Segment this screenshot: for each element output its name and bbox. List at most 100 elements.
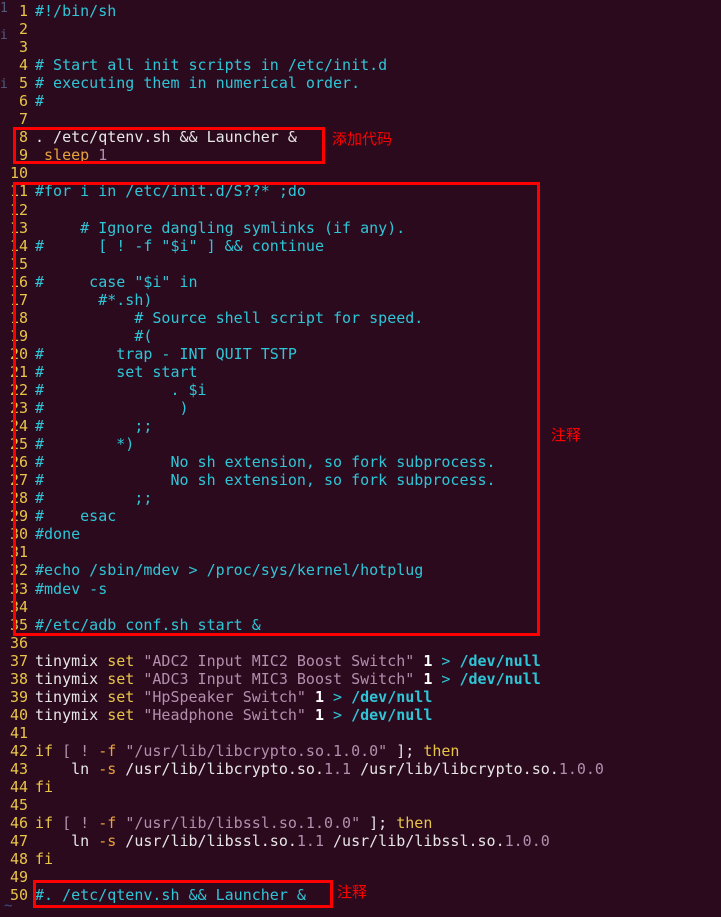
line-content[interactable]: # [ ! -f "$i" ] && continue [35, 237, 324, 255]
line-content[interactable]: fi [35, 778, 53, 796]
line-content[interactable]: # [35, 92, 44, 110]
line-content[interactable]: # executing them in numerical order. [35, 74, 360, 92]
code-line[interactable]: 42 if [ ! -f "/usr/lib/libcrypto.so.1.0.0… [0, 742, 721, 760]
line-content[interactable]: if [ ! -f "/usr/lib/libcrypto.so.1.0.0" … [35, 742, 459, 760]
code-line[interactable]: 14 # [ ! -f "$i" ] && continue [0, 237, 721, 255]
code-line[interactable]: 19 #( [0, 327, 721, 345]
code-line[interactable]: 37 tinymix set "ADC2 Input MIC2 Boost Swi… [0, 652, 721, 670]
code-line[interactable]: 6 # [0, 92, 721, 110]
line-content[interactable]: # ;; [35, 489, 152, 507]
line-content[interactable]: tinymix set "HpSpeaker Switch" 1 > /dev/… [35, 688, 432, 706]
code-line[interactable]: 7 [0, 110, 721, 128]
code-line[interactable]: 34 [0, 598, 721, 616]
code-line[interactable]: 31 [0, 543, 721, 561]
code-line[interactable]: 2 [0, 20, 721, 38]
line-content[interactable]: tinymix set "ADC2 Input MIC2 Boost Switc… [35, 652, 541, 670]
code-line[interactable]: 32 #echo /sbin/mdev > /proc/sys/kernel/ho… [0, 561, 721, 579]
code-line[interactable]: 43 ln -s /usr/lib/libcrypto.so.1.1 /usr/… [0, 760, 721, 778]
code-line[interactable]: 29 # esac [0, 507, 721, 525]
code-token: ln [35, 832, 99, 851]
line-content[interactable]: # No sh extension, so fork subprocess. [35, 471, 496, 489]
code-line[interactable]: 46 if [ ! -f "/usr/lib/libssl.so.1.0.0" ]… [0, 814, 721, 832]
code-line[interactable]: 9 sleep 1 [0, 146, 721, 164]
code-line[interactable]: 30 #done [0, 525, 721, 543]
code-line[interactable]: 45 [0, 796, 721, 814]
line-content[interactable]: tinymix set "ADC3 Input MIC3 Boost Switc… [35, 670, 541, 688]
line-content[interactable]: # No sh extension, so fork subprocess. [35, 453, 496, 471]
code-line[interactable]: 17 #*.sh) [0, 291, 721, 309]
line-content[interactable]: #for i in /etc/init.d/S??* ;do [35, 182, 306, 200]
line-content[interactable]: ln -s /usr/lib/libcrypto.so.1.1 /usr/lib… [35, 760, 604, 778]
line-content[interactable]: # Source shell script for speed. [35, 309, 423, 327]
line-content[interactable]: # case "$i" in [35, 273, 198, 291]
line-content[interactable]: # esac [35, 507, 116, 525]
line-content[interactable]: #*.sh) [35, 291, 152, 309]
code-line[interactable]: 12 [0, 201, 721, 219]
code-token: ! [80, 741, 90, 760]
code-line[interactable]: 18 # Source shell script for speed. [0, 309, 721, 327]
code-line[interactable]: 25 # *) [0, 435, 721, 453]
code-line[interactable]: 4 # Start all init scripts in /etc/init.d [0, 56, 721, 74]
code-line[interactable]: 36 [0, 634, 721, 652]
code-line[interactable]: 5 # executing them in numerical order. [0, 74, 721, 92]
code-token: /usr/lib/libcrypto.so. [351, 759, 559, 778]
line-number: 46 [9, 814, 28, 833]
code-line[interactable]: 35 #/etc/adb_conf.sh start & [0, 616, 721, 634]
code-line[interactable]: 39 tinymix set "HpSpeaker Switch" 1 > /de… [0, 688, 721, 706]
line-content[interactable]: tinymix set "Headphone Switch" 1 > /dev/… [35, 706, 432, 724]
code-line[interactable]: 26 # No sh extension, so fork subprocess. [0, 453, 721, 471]
line-content[interactable]: # ;; [35, 417, 152, 435]
line-content[interactable]: #( [35, 327, 152, 345]
line-content[interactable]: #/etc/adb_conf.sh start & [35, 616, 261, 634]
code-line[interactable]: 27 # No sh extension, so fork subprocess. [0, 471, 721, 489]
line-content[interactable]: # trap - INT QUIT TSTP [35, 345, 297, 363]
code-editor-window[interactable]: 1 i i 1 #!/bin/sh 2 3 4 # Start all init scri… [0, 0, 721, 917]
code-token: tinymix [35, 687, 108, 706]
line-content[interactable]: # Ignore dangling symlinks (if any). [35, 219, 405, 237]
code-line[interactable]: 16 # case "$i" in [0, 273, 721, 291]
code-line[interactable]: 22 # . $i [0, 381, 721, 399]
line-content[interactable]: # . $i [35, 381, 207, 399]
code-line[interactable]: 48 fi [0, 850, 721, 868]
code-line[interactable]: 15 [0, 255, 721, 273]
code-line[interactable]: 44 fi [0, 778, 721, 796]
line-content[interactable]: # set start [35, 363, 198, 381]
code-line[interactable]: 33 #mdev -s [0, 580, 721, 598]
line-content[interactable]: ln -s /usr/lib/libssl.so.1.1 /usr/lib/li… [35, 832, 550, 850]
code-line[interactable]: 47 ln -s /usr/lib/libssl.so.1.1 /usr/lib… [0, 832, 721, 850]
code-line[interactable]: 11 #for i in /etc/init.d/S??* ;do [0, 182, 721, 200]
line-content[interactable]: #. /etc/qtenv.sh && Launcher & [35, 886, 306, 904]
line-number: 47 [9, 832, 28, 851]
code-line[interactable]: 41 [0, 724, 721, 742]
line-content[interactable]: sleep 1 [35, 146, 107, 164]
code-line[interactable]: 13 # Ignore dangling symlinks (if any). [0, 219, 721, 237]
line-content[interactable]: . /etc/qtenv.sh && Launcher & [35, 128, 297, 146]
line-content[interactable]: # ) [35, 399, 189, 417]
line-content[interactable]: #!/bin/sh [35, 2, 116, 20]
code-line[interactable]: 21 # set start [0, 363, 721, 381]
code-line[interactable]: 3 [0, 38, 721, 56]
code-token: /dev/null [459, 669, 541, 688]
line-content[interactable]: fi [35, 850, 53, 868]
line-content[interactable]: # Start all init scripts in /etc/init.d [35, 56, 387, 74]
code-token: 1 [98, 146, 108, 165]
code-line[interactable]: 1 #!/bin/sh [0, 2, 721, 20]
code-line[interactable]: 28 # ;; [0, 489, 721, 507]
line-number: 26 [9, 453, 28, 472]
code-line[interactable]: 10 [0, 164, 721, 182]
code-line[interactable]: 24 # ;; [0, 417, 721, 435]
code-line[interactable]: 40 tinymix set "Headphone Switch" 1 > /de… [0, 706, 721, 724]
code-line[interactable]: 20 # trap - INT QUIT TSTP [0, 345, 721, 363]
line-content[interactable]: #echo /sbin/mdev > /proc/sys/kernel/hotp… [35, 561, 423, 579]
line-content[interactable]: if [ ! -f "/usr/lib/libssl.so.1.0.0" ]; … [35, 814, 432, 832]
line-content[interactable]: #mdev -s [35, 580, 107, 598]
line-content[interactable]: #done [35, 525, 80, 543]
code-line[interactable]: 23 # ) [0, 399, 721, 417]
code-line[interactable]: 38 tinymix set "ADC3 Input MIC3 Boost Swi… [0, 670, 721, 688]
line-number: 38 [9, 669, 28, 688]
line-content[interactable]: # *) [35, 435, 134, 453]
